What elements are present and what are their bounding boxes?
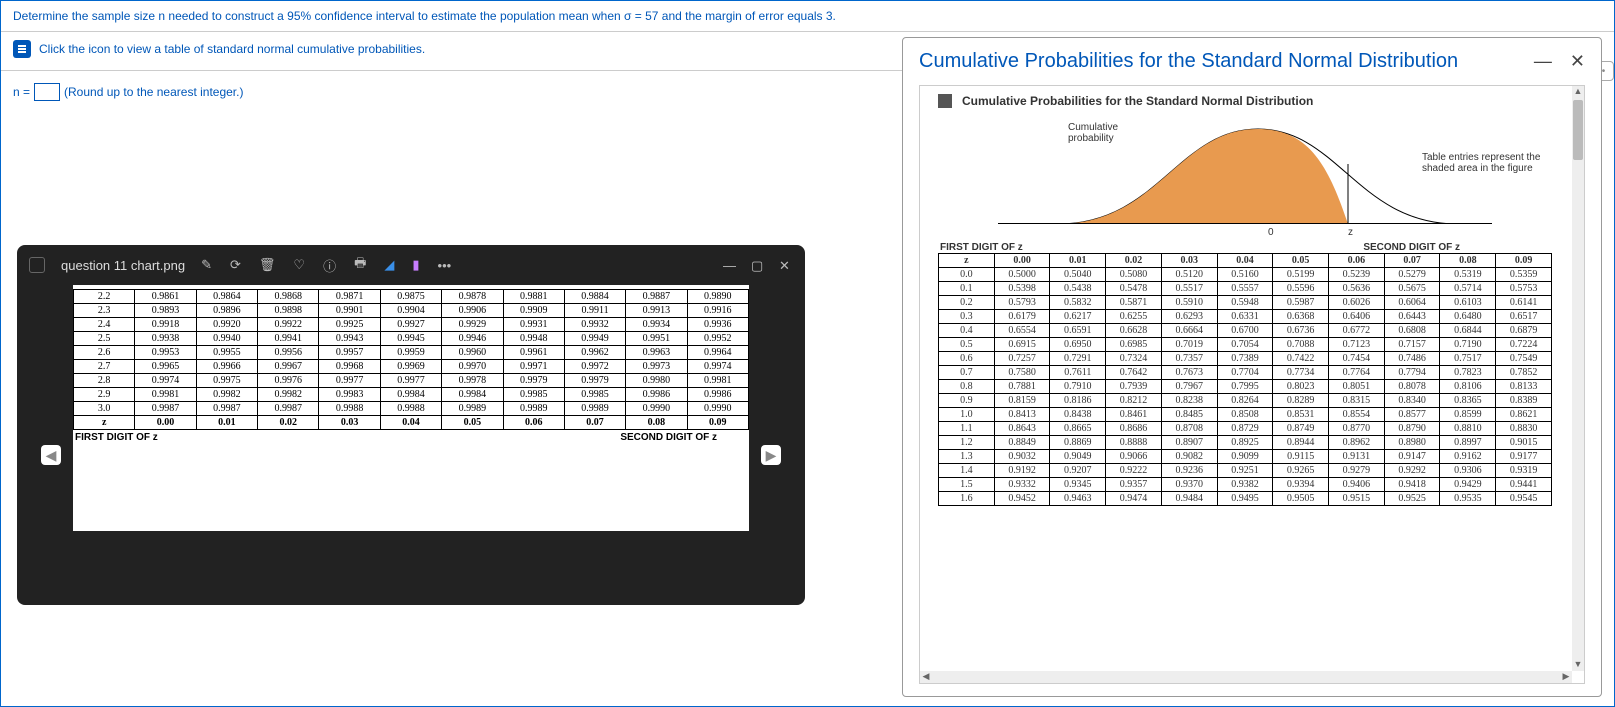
n-input[interactable] [34, 83, 60, 101]
heart-icon[interactable]: ♡ [293, 257, 305, 273]
curve-tick-zero: 0 [1268, 227, 1274, 238]
n-hint: (Round up to the nearest integer.) [64, 85, 243, 99]
question-text: Determine the sample size n needed to co… [1, 1, 1614, 32]
table-row: 0.90.81590.81860.82120.82380.82640.82890… [939, 394, 1552, 408]
viewer-content: 2.20.98610.98640.98680.98710.98750.98780… [73, 285, 749, 531]
close-icon[interactable]: ✕ [779, 258, 793, 272]
z-table-partial: 2.20.98610.98640.98680.98710.98750.98780… [73, 289, 749, 430]
table-row: 0.60.72570.72910.73240.73570.73890.74220… [939, 352, 1552, 366]
table-row: 2.70.99650.99660.99670.99680.99690.99700… [74, 360, 749, 374]
table-row: 1.60.94520.94630.94740.94840.94950.95050… [939, 492, 1552, 506]
expand-content-icon[interactable] [938, 94, 952, 108]
scroll-left-icon[interactable]: ◀ [920, 671, 932, 683]
bell-curve-icon [1048, 124, 1468, 224]
info-icon[interactable]: ⓘ [323, 256, 336, 275]
table-link-icon[interactable] [13, 40, 31, 58]
scroll-up-icon[interactable]: ▲ [1572, 86, 1584, 98]
table-row: 0.80.78810.79100.79390.79670.79950.80230… [939, 380, 1552, 394]
table-row: 0.30.61790.62170.62550.62930.63310.63680… [939, 310, 1552, 324]
table-row: 1.20.88490.88690.88880.89070.89250.89440… [939, 436, 1552, 450]
normal-curve-figure: Cumulative probability Table entries rep… [938, 120, 1552, 238]
minimize-icon[interactable]: — [723, 258, 737, 272]
popup-subtitle: Cumulative Probabilities for the Standar… [962, 94, 1313, 108]
table-row: 0.00.50000.50400.50800.51200.51600.51990… [939, 268, 1552, 282]
table-row: 2.40.99180.99200.99220.99250.99270.99290… [74, 318, 749, 332]
scroll-right-icon[interactable]: ▶ [1560, 671, 1572, 683]
palette-icon[interactable]: ◢ [384, 257, 394, 273]
table-row: 0.50.69150.69500.69850.70190.70540.70880… [939, 338, 1552, 352]
viewer-prev-button[interactable]: ◀ [41, 445, 61, 465]
table-row: 3.00.99870.99870.99870.99880.99880.99890… [74, 402, 749, 416]
table-row: 2.30.98930.98960.98980.99010.99040.99060… [74, 304, 749, 318]
popup-minimize-icon[interactable]: — [1534, 51, 1552, 72]
rotate-icon[interactable]: ⟳ [230, 257, 241, 273]
maximize-icon[interactable]: ▢ [751, 258, 765, 272]
viewer-app-icon [29, 257, 45, 273]
scroll-thumb[interactable] [1573, 100, 1583, 160]
viewer-first-digit-header: FIRST DIGIT OF z [75, 432, 158, 443]
table-row: 2.20.98610.98640.98680.98710.98750.98780… [74, 290, 749, 304]
table-row: 1.40.91920.92070.92220.92360.92510.92650… [939, 464, 1552, 478]
popup-horizontal-scrollbar[interactable]: ◀ ▶ [920, 671, 1572, 683]
viewer-filename: question 11 chart.png [61, 258, 185, 273]
scroll-down-icon[interactable]: ▼ [1572, 659, 1584, 671]
table-row: 1.50.93320.93450.93570.93700.93820.93940… [939, 478, 1552, 492]
popup-vertical-scrollbar[interactable]: ▲ ▼ [1572, 86, 1584, 671]
edit-icon[interactable]: ✎ [201, 257, 212, 273]
z-table-full: z0.000.010.020.030.040.050.060.070.080.0… [938, 253, 1552, 506]
table-row: 2.80.99740.99750.99760.99770.99770.99780… [74, 374, 749, 388]
more-icon[interactable]: ••• [438, 258, 452, 273]
image-viewer-window: question 11 chart.png ✎ ⟳ 🗑 ♡ ⓘ 🖶 ◢ ▮ ••… [17, 245, 805, 605]
delete-icon[interactable]: 🗑 [259, 257, 276, 273]
table-row: 1.30.90320.90490.90660.90820.90990.91150… [939, 450, 1552, 464]
table-row: 0.40.65540.65910.66280.66640.67000.67360… [939, 324, 1552, 338]
table-row: 1.10.86430.86650.86860.87080.87290.87490… [939, 422, 1552, 436]
table-row: 2.50.99380.99400.99410.99430.99450.99460… [74, 332, 749, 346]
table-row: 2.60.99530.99550.99560.99570.99590.99600… [74, 346, 749, 360]
viewer-next-button[interactable]: ▶ [761, 445, 781, 465]
popup-title: Cumulative Probabilities for the Standar… [919, 50, 1458, 73]
table-row: 1.00.84130.84380.84610.84850.85080.85310… [939, 408, 1552, 422]
table-row: 0.70.75800.76110.76420.76730.77040.77340… [939, 366, 1552, 380]
table-row: 0.10.53980.54380.54780.55170.55570.55960… [939, 282, 1552, 296]
popup-second-digit-header: SECOND DIGIT OF z [1363, 242, 1460, 253]
popup-first-digit-header: FIRST DIGIT OF z [940, 242, 1023, 253]
viewer-second-digit-header: SECOND DIGIT OF z [620, 432, 717, 443]
n-equals-label: n = [13, 85, 30, 99]
curve-tick-z: z [1348, 227, 1353, 238]
print-icon[interactable]: 🖶 [354, 254, 366, 276]
table-row: 2.90.99810.99820.99820.99830.99840.99840… [74, 388, 749, 402]
folder-icon[interactable]: ▮ [412, 257, 419, 273]
table-row: 0.20.57930.58320.58710.59100.59480.59870… [939, 296, 1552, 310]
table-link-text[interactable]: Click the icon to view a table of standa… [39, 42, 425, 56]
popup-close-icon[interactable]: ✕ [1570, 51, 1585, 72]
z-table-popup: Cumulative Probabilities for the Standar… [902, 37, 1602, 697]
